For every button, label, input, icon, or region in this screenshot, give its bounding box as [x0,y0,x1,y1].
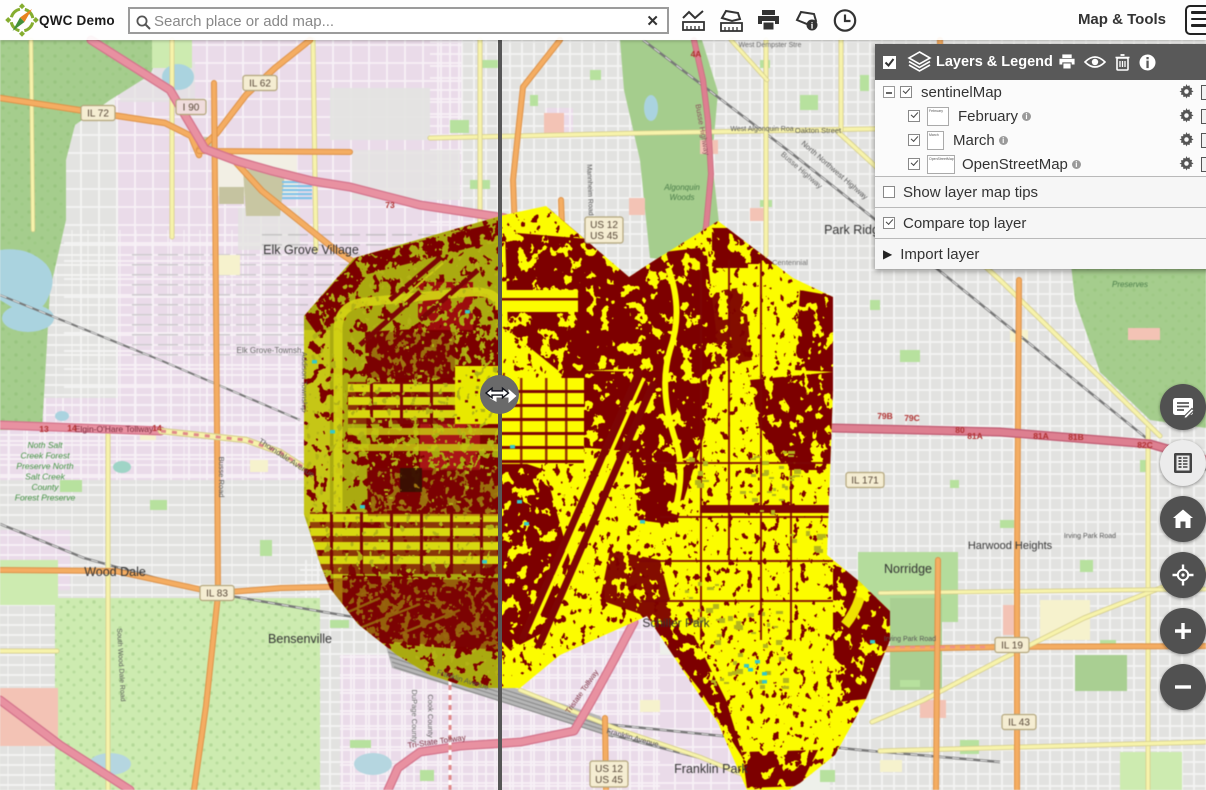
svg-text:IL 171: IL 171 [851,476,879,487]
svg-text:IL 62: IL 62 [249,79,271,90]
svg-text:Harwood Heights: Harwood Heights [968,540,1053,552]
svg-text:Elk Grove Village: Elk Grove Village [263,243,359,257]
svg-text:I 90: I 90 [183,103,200,114]
svg-text:81B: 81B [1068,432,1084,442]
svg-text:Noth Salt: Noth Salt [28,440,64,450]
svg-text:DuPage County: DuPage County [410,690,419,743]
svg-text:Elk Grove-Townsh: Elk Grove-Townsh [237,346,302,355]
svg-text:Cook County: Cook County [426,694,435,738]
svg-text:Preserves: Preserves [1112,280,1148,289]
svg-text:West Dempster Stre: West Dempster Stre [739,42,802,49]
svg-text:13: 13 [39,424,49,434]
svg-text:Irving Park Road: Irving Park Road [1064,533,1116,540]
svg-text:Oakton Street: Oakton Street [795,126,842,135]
svg-text:Forest Preserve: Forest Preserve [15,493,76,503]
svg-text:West Algonquin Roa: West Algonquin Roa [730,126,793,133]
svg-text:Salt Creek: Salt Creek [25,472,65,482]
svg-text:US 12: US 12 [590,220,618,231]
svg-text:Bensenville: Bensenville [268,632,332,646]
svg-text:Irving Park Road: Irving Park Road [884,636,936,643]
svg-text:Centennial: Centennial [772,258,808,267]
svg-text:Schiller Park: Schiller Park [642,616,710,630]
svg-text:IL 83: IL 83 [206,589,228,600]
svg-text:73: 73 [385,200,395,210]
svg-text:81A: 81A [1033,431,1049,441]
svg-text:Woods: Woods [670,193,695,202]
svg-text:US 45: US 45 [590,231,618,242]
svg-text:82C: 82C [1137,440,1153,450]
svg-text:14: 14 [152,423,162,433]
svg-text:County: County [32,482,60,492]
svg-text:79B: 79B [877,411,893,421]
svg-text:Franklin Park: Franklin Park [674,762,748,776]
svg-text:Busse Road: Busse Road [217,457,226,498]
svg-text:Wood Dale: Wood Dale [84,565,146,579]
svg-text:Addison Township: Addison Township [300,352,309,412]
svg-text:Algonquin: Algonquin [663,183,700,192]
svg-text:Preserve North: Preserve North [16,461,73,471]
svg-text:81A: 81A [967,431,983,441]
svg-text:Elgin-O'Hare Tollway: Elgin-O'Hare Tollway [75,424,154,434]
svg-text:79C: 79C [904,413,920,423]
svg-text:Norridge: Norridge [884,562,932,576]
svg-text:IL 43: IL 43 [1008,718,1030,729]
svg-text:IL 19: IL 19 [1001,641,1023,652]
svg-text:US 12: US 12 [595,764,623,775]
svg-text:80: 80 [955,425,965,435]
svg-text:Creek Forest: Creek Forest [20,451,70,461]
svg-text:14: 14 [67,423,77,433]
svg-text:US 45: US 45 [595,775,623,786]
svg-text:IL 72: IL 72 [87,109,109,120]
svg-text:4A: 4A [691,49,702,59]
